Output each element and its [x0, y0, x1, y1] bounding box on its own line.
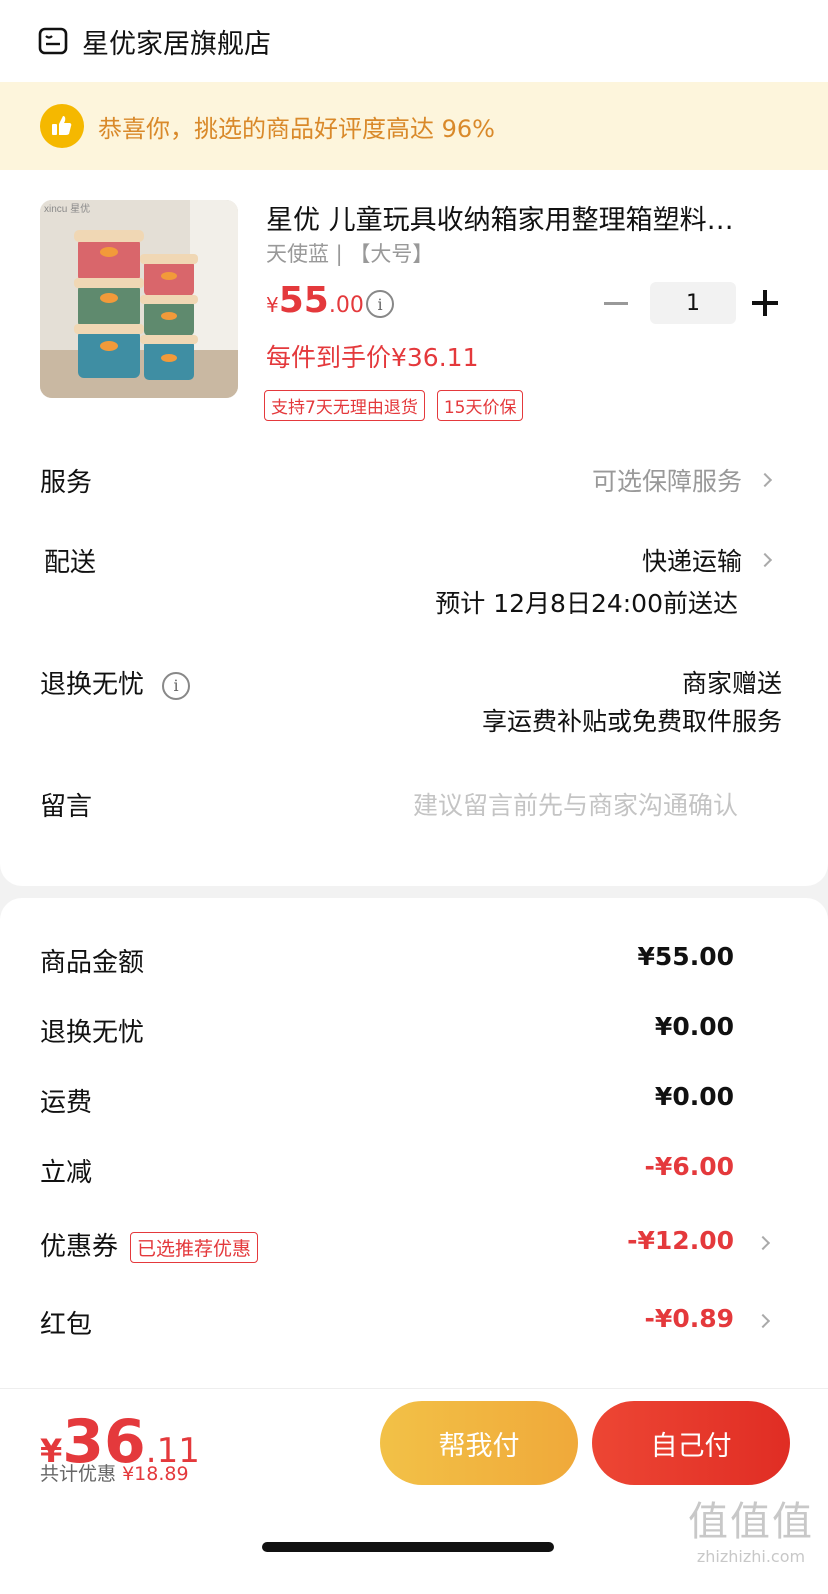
message-input[interactable]: 建议留言前先与商家沟通确认 [413, 786, 738, 822]
delivery-row[interactable]: 配送 快递运输 预计 12月8日24:00前送达 [40, 542, 773, 622]
quantity-field[interactable]: 1 [650, 282, 736, 324]
shipping-row: 运费 ¥0.00 [40, 1082, 776, 1122]
goods-amount-row: 商品金额 ¥55.00 [40, 942, 776, 982]
watermark-url: zhizhizhi.com [696, 1547, 806, 1566]
price-protect-tag: 15天价保 [436, 390, 524, 421]
delivery-label: 配送 [44, 548, 97, 578]
product-price: ¥ 55 .00 [266, 280, 364, 321]
saved-label: 共计优惠 [40, 1463, 117, 1485]
chevron-right-icon [755, 1235, 771, 1251]
service-row[interactable]: 服务 可选保障服务 [40, 462, 773, 502]
shipping-label: 运费 [40, 1088, 93, 1118]
watermark: 值值值 zhizhizhi.com [688, 1489, 814, 1566]
self-pay-button[interactable]: 自己付 [592, 1401, 790, 1485]
saved-amount: ¥18.89 [122, 1463, 189, 1485]
goods-amount-label: 商品金额 [40, 948, 145, 978]
praise-text: 恭喜你，挑选的商品好评度高达 96% [98, 114, 495, 143]
message-label: 留言 [40, 792, 93, 822]
returns-sub: 享运费补贴或免费取件服务 [481, 707, 782, 736]
return-policy-tag: 支持7天无理由退货 [264, 390, 425, 421]
chevron-right-icon [755, 1313, 771, 1329]
returns-fee-row: 退换无忧 ¥0.00 [40, 1012, 776, 1052]
delivery-eta: 预计 12月8日24:00前送达 [435, 589, 738, 618]
product-image-brand: xincu 星优 [44, 202, 90, 215]
net-price: 每件到手价¥36.11 [266, 343, 479, 372]
thumbs-up-icon [40, 104, 84, 148]
returns-row[interactable]: 退换无忧 i 商家赠送 享运费补贴或免费取件服务 [40, 664, 782, 744]
chevron-right-icon [757, 472, 773, 488]
help-pay-button[interactable]: 帮我付 [380, 1401, 578, 1485]
order-card: xincu 星优 星优 儿童玩具收纳箱家用整理箱塑料… 天使蓝 | 【大号】 ¥… [0, 170, 828, 886]
discount-label: 立减 [40, 1158, 93, 1188]
saved-summary: 共计优惠 ¥18.89 [40, 1459, 189, 1486]
coupon-row[interactable]: 优惠券 已选推荐优惠 -¥12.00 [40, 1226, 776, 1266]
redpacket-row[interactable]: 红包 -¥0.89 [40, 1304, 776, 1344]
praise-banner: 恭喜你，挑选的商品好评度高达 96% [0, 82, 828, 170]
goods-amount-value: ¥55.00 [637, 942, 734, 971]
store-header[interactable]: 星优家居旗舰店 [0, 0, 828, 82]
home-indicator[interactable] [262, 1542, 554, 1552]
discount-value: -¥6.00 [644, 1152, 734, 1181]
redpacket-value: -¥0.89 [644, 1304, 734, 1333]
returns-fee-value: ¥0.00 [654, 1012, 734, 1041]
message-row[interactable]: 留言 建议留言前先与商家沟通确认 [40, 786, 770, 826]
checkout-bar: ¥ 36 .11 共计优惠 ¥18.89 帮我付 自己付 值值值 zhizhiz… [0, 1388, 828, 1594]
product-image[interactable]: xincu 星优 [40, 200, 238, 398]
service-label: 服务 [40, 468, 93, 498]
returns-label: 退换无忧 i [40, 664, 191, 701]
coupon-value: -¥12.00 [627, 1226, 734, 1255]
coupon-tag: 已选推荐优惠 [130, 1232, 259, 1263]
product-tags: 支持7天无理由退货 15天价保 [264, 390, 524, 421]
store-name[interactable]: 星优家居旗舰店 [82, 22, 271, 61]
product-title[interactable]: 星优 儿童玩具收纳箱家用整理箱塑料… [266, 198, 786, 237]
returns-fee-label: 退换无忧 [40, 1018, 145, 1048]
shipping-value: ¥0.00 [654, 1082, 734, 1111]
store-icon [38, 27, 68, 55]
price-info-icon[interactable]: i [366, 290, 394, 318]
redpacket-label: 红包 [40, 1310, 93, 1340]
returns-info-icon[interactable]: i [162, 671, 191, 700]
price-integer: 55 [278, 280, 329, 321]
decrease-quantity-button[interactable] [604, 302, 628, 305]
price-decimal: .00 [328, 293, 364, 318]
service-value: 可选保障服务 [592, 462, 773, 498]
product-spec[interactable]: 天使蓝 | 【大号】 [266, 238, 433, 268]
increase-quantity-button[interactable] [752, 290, 778, 316]
watermark-logo: 值值值 [688, 1499, 814, 1545]
discount-row: 立减 -¥6.00 [40, 1152, 776, 1192]
returns-value: 商家赠送 [681, 669, 782, 698]
chevron-right-icon [757, 552, 773, 568]
price-summary-card: 商品金额 ¥55.00 退换无忧 ¥0.00 运费 ¥0.00 立减 -¥6.0… [0, 898, 828, 1398]
price-currency: ¥ [266, 293, 279, 317]
delivery-value: 快递运输 [642, 542, 773, 578]
coupon-label: 优惠券 已选推荐优惠 [40, 1226, 259, 1263]
